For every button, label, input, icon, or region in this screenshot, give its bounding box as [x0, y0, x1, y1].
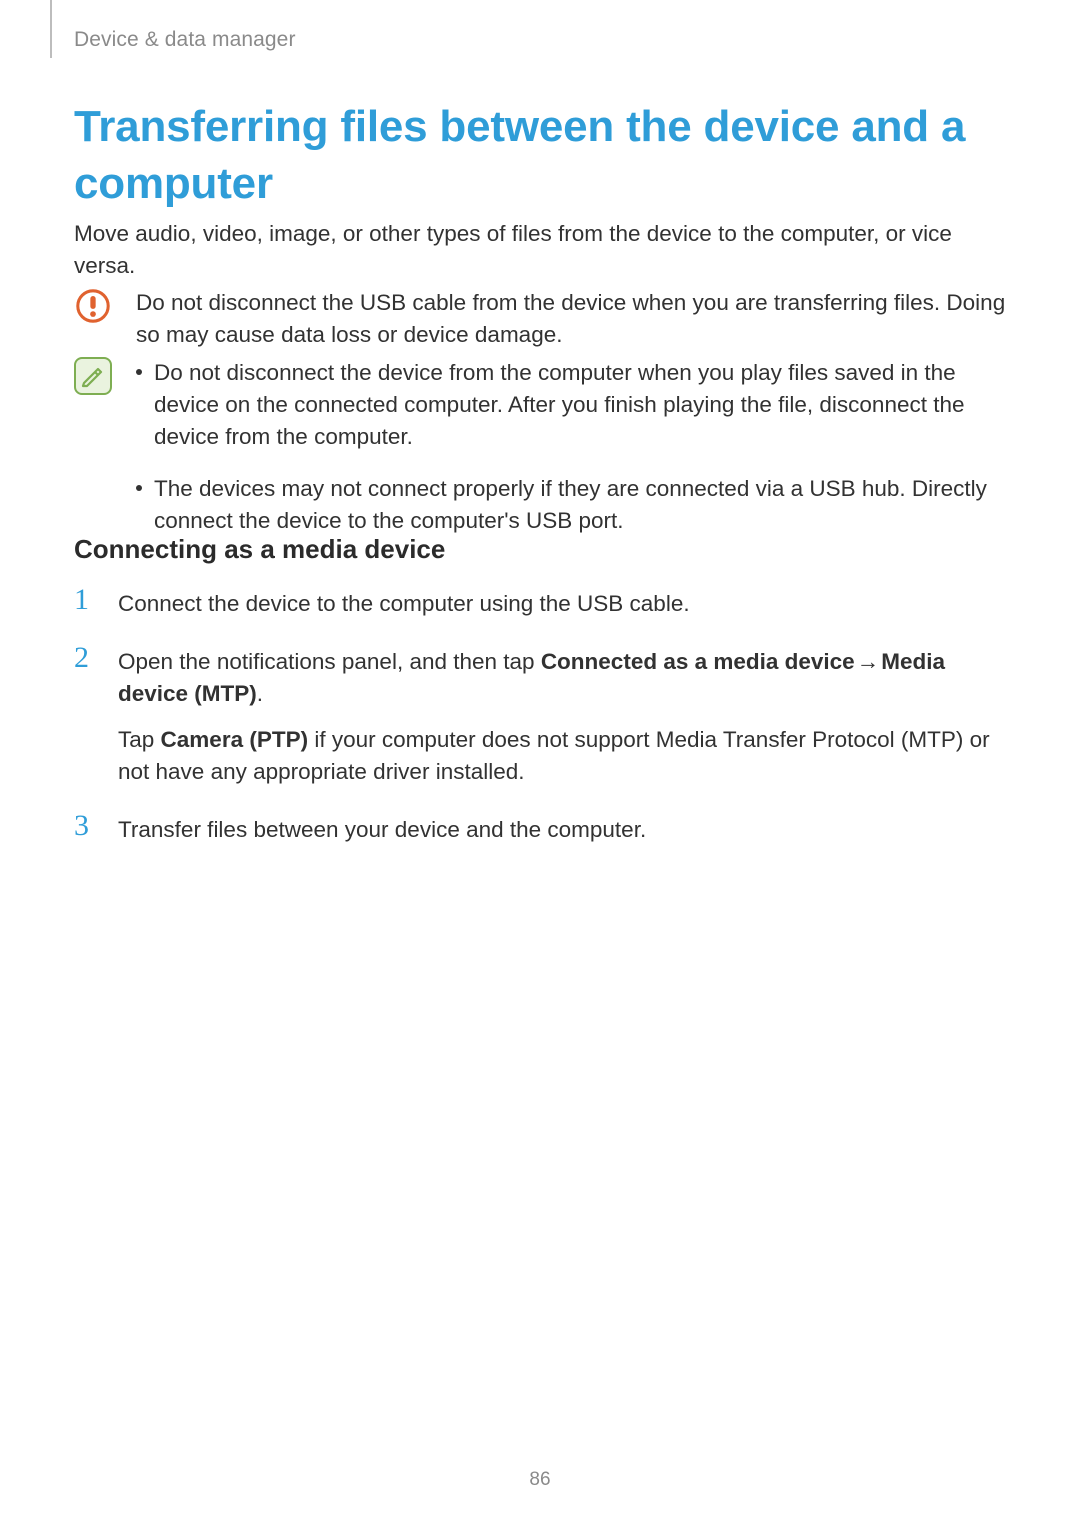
step-subtext: Tap Camera (PTP) if your computer does n… — [118, 724, 1009, 788]
manual-page: Device & data manager Transferring files… — [0, 0, 1080, 1527]
step-3: 3 Transfer files between your device and… — [74, 814, 1009, 846]
step-text: Tap — [118, 727, 161, 752]
page-title: Transferring files between the device an… — [74, 98, 984, 212]
step-body: Connect the device to the computer using… — [118, 588, 1009, 620]
ui-label-bold: Connected as a media device — [541, 649, 855, 674]
section-subheading: Connecting as a media device — [74, 534, 445, 565]
bullet-icon — [136, 485, 142, 491]
ui-label-bold: Camera (PTP) — [161, 727, 309, 752]
note-list: Do not disconnect the device from the co… — [136, 357, 1009, 557]
note-item: Do not disconnect the device from the co… — [136, 357, 1009, 453]
warning-text: Do not disconnect the USB cable from the… — [136, 287, 1009, 351]
step-number: 3 — [74, 811, 96, 846]
arrow-right-icon: → — [855, 646, 882, 678]
step-number: 1 — [74, 585, 96, 620]
breadcrumb: Device & data manager — [74, 28, 296, 52]
step-body: Open the notifications panel, and then t… — [118, 646, 1009, 788]
intro-paragraph: Move audio, video, image, or other types… — [74, 218, 1009, 282]
header-rule — [50, 0, 52, 58]
note-callout: Do not disconnect the device from the co… — [74, 357, 1009, 557]
exclamation-circle-icon — [74, 287, 112, 325]
page-number: 86 — [0, 1469, 1080, 1491]
steps-list: 1 Connect the device to the computer usi… — [74, 588, 1009, 872]
step-text: . — [257, 681, 263, 706]
bullet-icon — [136, 369, 142, 375]
step-text: Open the notifications panel, and then t… — [118, 649, 541, 674]
note-item: The devices may not connect properly if … — [136, 473, 1009, 537]
step-number: 2 — [74, 643, 96, 788]
step-1: 1 Connect the device to the computer usi… — [74, 588, 1009, 620]
note-item-text: Do not disconnect the device from the co… — [154, 357, 1009, 453]
step-2: 2 Open the notifications panel, and then… — [74, 646, 1009, 788]
note-item-text: The devices may not connect properly if … — [154, 473, 1009, 537]
step-body: Transfer files between your device and t… — [118, 814, 1009, 846]
note-pencil-icon — [74, 357, 112, 395]
warning-callout: Do not disconnect the USB cable from the… — [74, 287, 1009, 351]
